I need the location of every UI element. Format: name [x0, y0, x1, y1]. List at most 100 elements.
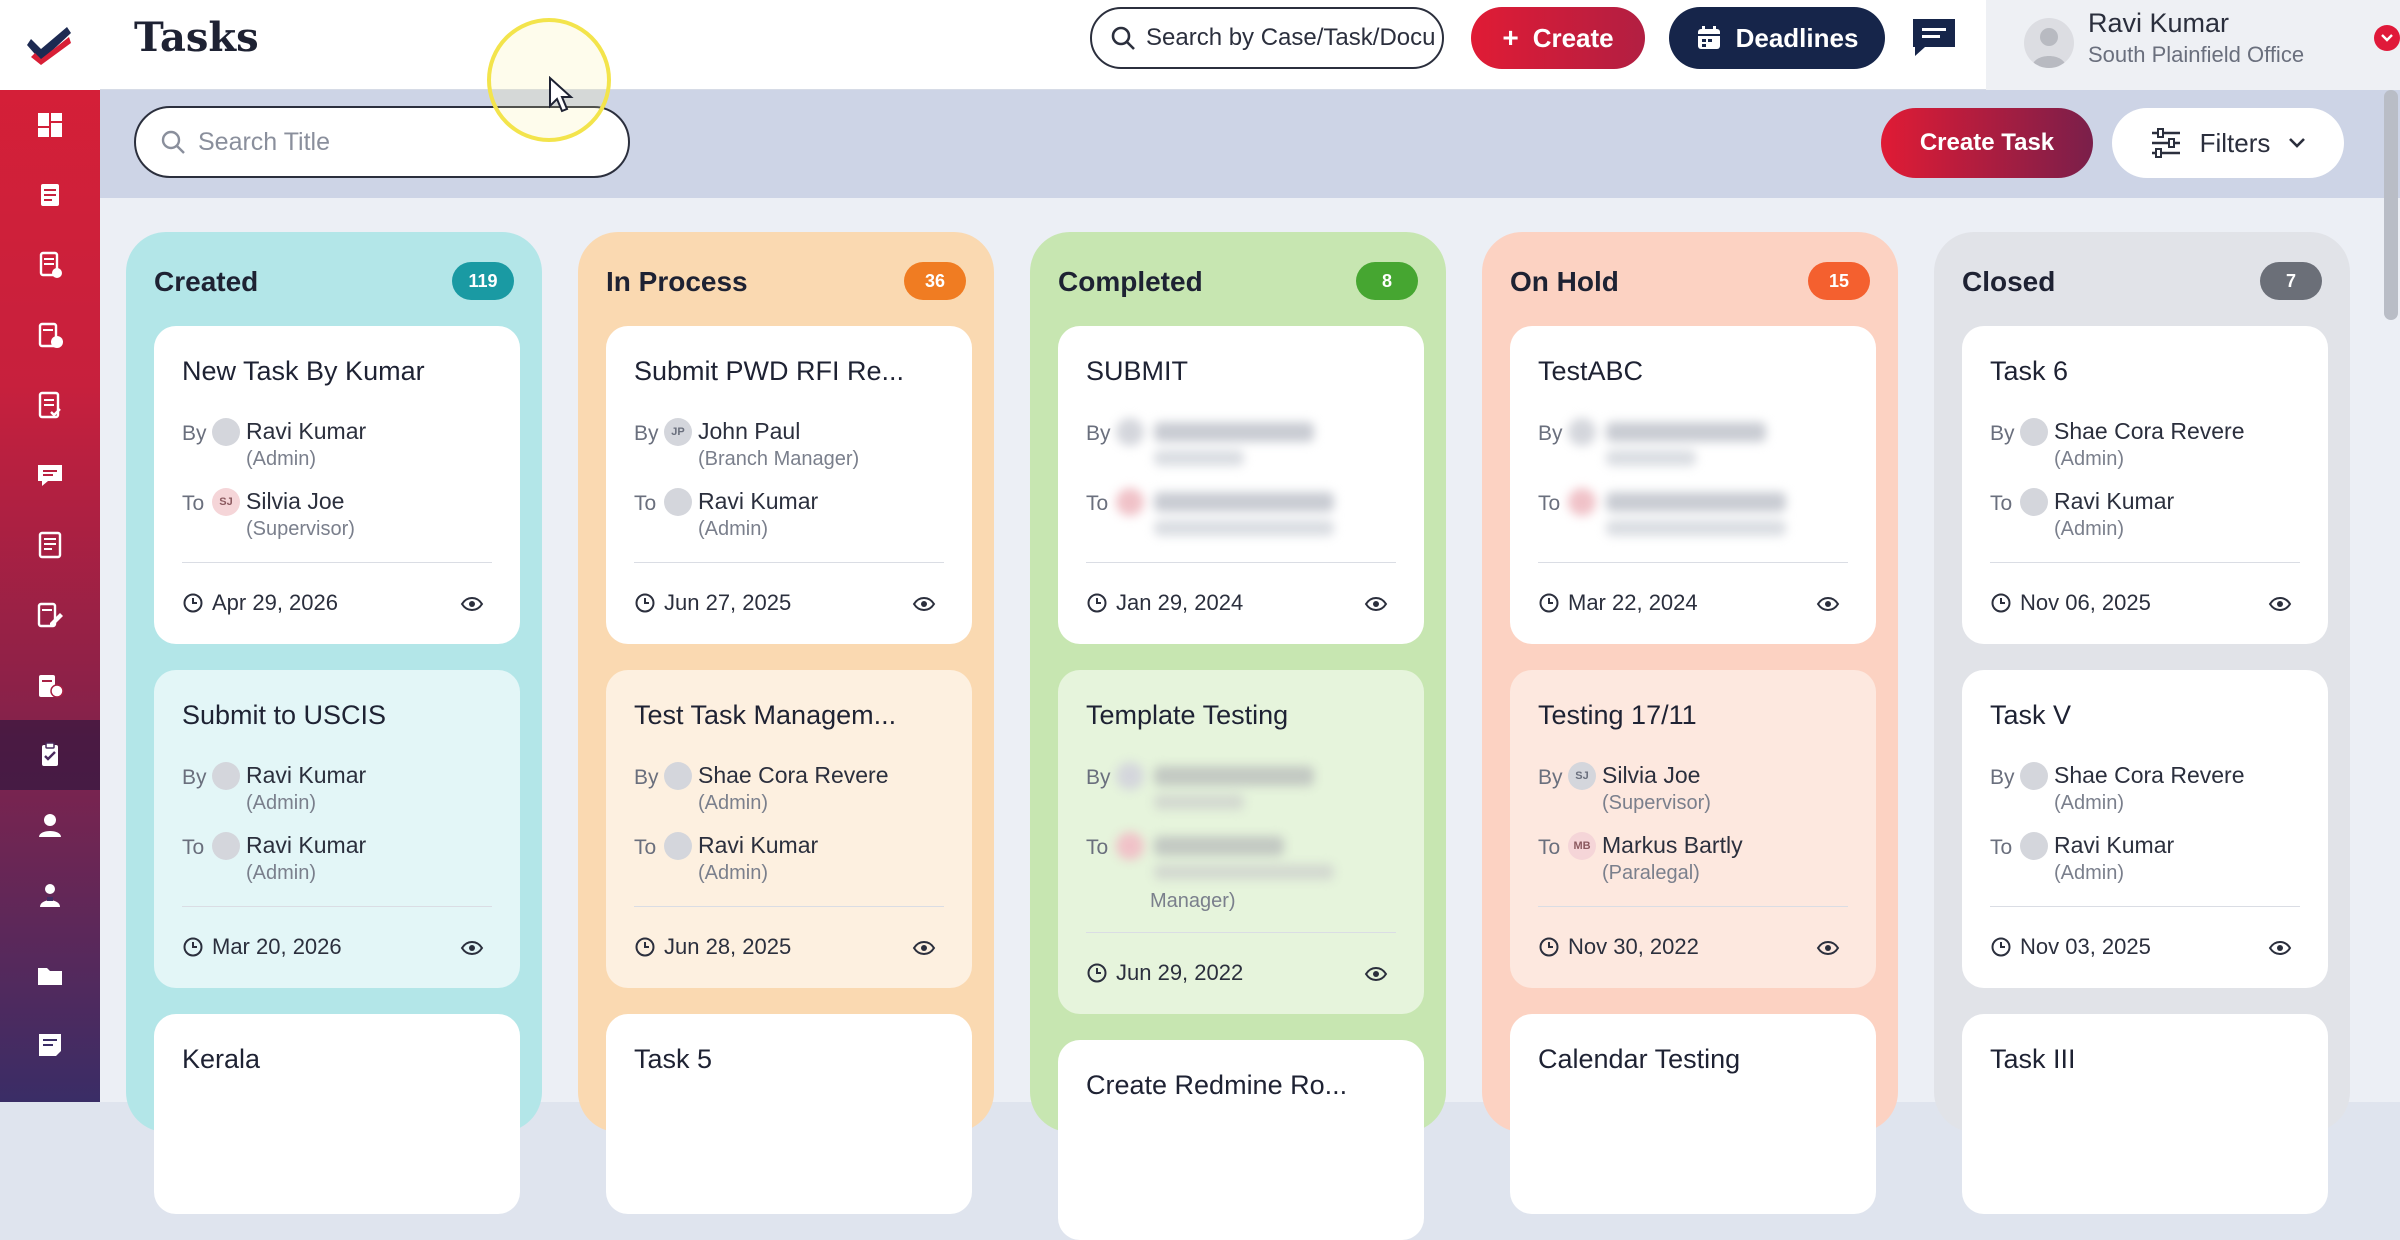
created-by-name: Shae Cora Revere: [698, 762, 889, 788]
by-label: By: [634, 422, 659, 445]
edit-icon: [37, 602, 63, 628]
to-label: To: [1086, 492, 1109, 515]
task-title: New Task By Kumar: [182, 356, 425, 386]
task-card[interactable]: Task III: [1962, 1014, 2328, 1214]
column-title: Closed: [1962, 266, 2056, 297]
card-divider: [1086, 932, 1396, 933]
task-card[interactable]: SUBMIT By To Jan 29, 2024: [1058, 326, 1424, 644]
column-count-badge: 15: [1808, 262, 1870, 300]
sidebar-item-contacts[interactable]: [0, 860, 100, 930]
to-label: To: [1538, 492, 1561, 515]
calendar-icon: [1697, 26, 1720, 49]
column-created: Created 119 New Task By Kumar By Ravi Ku…: [126, 232, 542, 1214]
card-divider: [182, 906, 492, 907]
created-by-role: (Admin): [246, 448, 317, 470]
column-count-badge: 119: [452, 262, 514, 300]
task-card[interactable]: Task 6 By Shae Cora Revere (Admin) To Ra…: [1962, 326, 2328, 644]
avatar: [664, 488, 692, 516]
filters-button[interactable]: Filters: [2112, 108, 2344, 178]
due-date: Mar 20, 2026: [182, 934, 342, 960]
task-card[interactable]: Template Testing By To Manager) Jun 29, …: [1058, 670, 1424, 1014]
sidebar-item-user[interactable]: [0, 790, 100, 860]
app-logo[interactable]: [0, 0, 100, 90]
task-card[interactable]: Task 5: [606, 1014, 972, 1214]
due-date: Jun 27, 2025: [634, 590, 791, 616]
by-label: By: [182, 766, 207, 789]
sidebar-item-dashboard[interactable]: [0, 90, 100, 160]
eye-icon[interactable]: [1816, 592, 1840, 616]
eye-icon[interactable]: [912, 592, 936, 616]
due-date: Nov 06, 2025: [1990, 590, 2151, 616]
clock-icon: [635, 593, 655, 613]
global-search-input[interactable]: Search by Case/Task/Document: [1090, 7, 1444, 69]
filters-label: Filters: [2199, 127, 2271, 158]
column-title: Completed: [1058, 266, 1203, 297]
task-card[interactable]: Create Redmine Ro...: [1058, 1040, 1424, 1240]
to-label: To: [182, 836, 205, 859]
due-date-text: Nov 03, 2025: [2020, 934, 2151, 959]
logo-icon: [27, 27, 71, 65]
assigned-to-name: Ravi Kumar: [698, 832, 819, 858]
sidebar-item-billing[interactable]: [0, 650, 100, 720]
sidebar-item-notes[interactable]: [0, 1010, 100, 1080]
by-label: By: [1538, 422, 1563, 445]
sidebar-item-reports[interactable]: [0, 510, 100, 580]
user-menu[interactable]: Ravi Kumar South Plainfield Office: [1986, 0, 2400, 90]
by-label: By: [1538, 766, 1563, 789]
task-card[interactable]: Calendar Testing: [1510, 1014, 1876, 1214]
task-title: Template Testing: [1086, 700, 1289, 730]
chevron-down-icon[interactable]: [2374, 25, 2400, 51]
deadlines-button[interactable]: Deadlines: [1669, 7, 1885, 69]
sidebar-item-folders[interactable]: [0, 940, 100, 1010]
by-label: By: [1086, 422, 1111, 445]
page-scrollbar[interactable]: [2384, 90, 2398, 320]
create-task-button[interactable]: Create Task: [1881, 108, 2093, 178]
eye-icon[interactable]: [1816, 936, 1840, 960]
sidebar-item-cases[interactable]: [0, 300, 100, 370]
task-card[interactable]: Task V By Shae Cora Revere (Admin) To Ra…: [1962, 670, 2328, 988]
task-card[interactable]: Submit PWD RFI Re... By JP John Paul (Br…: [606, 326, 972, 644]
eye-icon[interactable]: [912, 936, 936, 960]
eye-icon[interactable]: [460, 936, 484, 960]
assigned-to-role: Manager): [1150, 890, 1236, 912]
eye-icon[interactable]: [2268, 592, 2292, 616]
due-date: Nov 03, 2025: [1990, 934, 2151, 960]
column-in-process: In Process 36 Submit PWD RFI Re... By JP…: [578, 232, 994, 1214]
eye-icon[interactable]: [1364, 592, 1388, 616]
eye-icon[interactable]: [1364, 962, 1388, 986]
task-card[interactable]: Submit to USCIS By Ravi Kumar (Admin) To…: [154, 670, 520, 988]
sidebar-item-forms[interactable]: [0, 230, 100, 300]
created-by-name: Ravi Kumar: [246, 762, 367, 788]
by-label: By: [634, 766, 659, 789]
task-card[interactable]: Kerala: [154, 1014, 520, 1214]
assigned-to-name: Ravi Kumar: [2054, 832, 2175, 858]
avatar: [2020, 832, 2048, 860]
sidebar-item-documents[interactable]: [0, 160, 100, 230]
assigned-to-role: (Supervisor): [246, 518, 355, 540]
avatar: [664, 762, 692, 790]
created-by-role: (Admin): [2054, 448, 2125, 470]
deadlines-label: Deadlines: [1735, 22, 1859, 53]
avatar: [2020, 762, 2048, 790]
task-card[interactable]: Testing 17/11 By SJ Silvia Joe (Supervis…: [1510, 670, 1876, 988]
sidebar-item-edit[interactable]: [0, 580, 100, 650]
eye-icon[interactable]: [2268, 936, 2292, 960]
due-date: Jan 29, 2024: [1086, 590, 1243, 616]
task-card[interactable]: TestABC By To Mar 22, 2024: [1510, 326, 1876, 644]
avatar: JP: [664, 418, 692, 446]
sidebar-item-checklist[interactable]: [0, 370, 100, 440]
avatar: [212, 762, 240, 790]
due-date-text: Jun 28, 2025: [664, 934, 792, 959]
sidebar-item-tasks[interactable]: [0, 720, 100, 790]
eye-icon[interactable]: [460, 592, 484, 616]
chat-button[interactable]: [1909, 14, 1959, 62]
create-button[interactable]: + Create: [1471, 7, 1645, 69]
global-search-placeholder: Search by Case/Task/Document: [1146, 24, 1436, 51]
top-header: Tasks Search by Case/Task/Document + Cre…: [100, 0, 2400, 90]
dashboard-icon: [38, 113, 62, 137]
sidebar-item-messages[interactable]: [0, 440, 100, 510]
task-card[interactable]: New Task By Kumar By Ravi Kumar (Admin) …: [154, 326, 520, 644]
avatar: [2020, 488, 2048, 516]
task-card[interactable]: Test Task Managem... By Shae Cora Revere…: [606, 670, 972, 988]
notes-icon: [39, 1034, 61, 1056]
